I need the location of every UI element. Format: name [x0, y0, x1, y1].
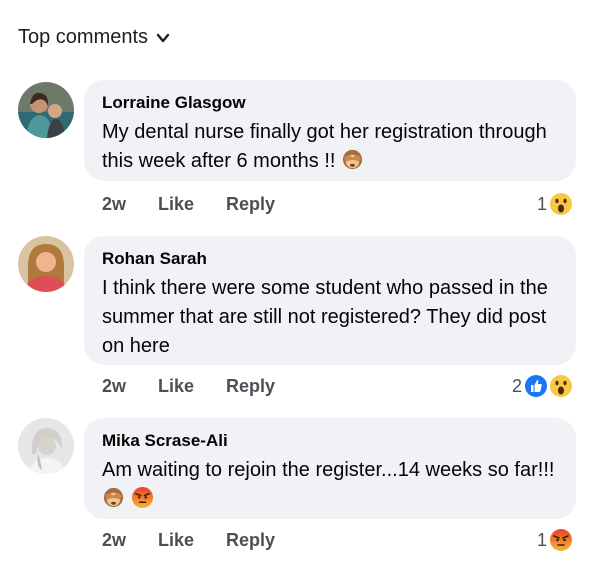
comment-timestamp[interactable]: 2w: [102, 376, 126, 397]
reaction-count: 2: [511, 375, 522, 396]
like-button[interactable]: Like: [158, 376, 194, 397]
comment-text: My dental nurse finally got her registra…: [102, 121, 547, 172]
reaction-summary[interactable]: 1: [537, 526, 575, 554]
avatar[interactable]: [18, 236, 74, 292]
see-no-evil-monkey-icon: [103, 487, 124, 508]
comment-author[interactable]: Lorraine Glasgow: [102, 92, 560, 114]
reply-button[interactable]: Reply: [226, 376, 275, 397]
comment-bubble: Rohan Sarah I think there were some stud…: [84, 236, 576, 365]
comment-author[interactable]: Rohan Sarah: [102, 248, 560, 270]
like-button[interactable]: Like: [158, 194, 194, 215]
comment-timestamp[interactable]: 2w: [102, 194, 126, 215]
reply-button[interactable]: Reply: [226, 194, 275, 215]
comment-timestamp[interactable]: 2w: [102, 530, 126, 551]
comment-actions: 2w Like Reply: [102, 530, 275, 551]
comment-bubble: Lorraine Glasgow My dental nurse finally…: [84, 80, 576, 181]
wow-reaction-icon: [547, 372, 575, 400]
reaction-summary[interactable]: 1: [537, 190, 575, 218]
sort-label: Top comments: [18, 26, 149, 48]
like-reaction-icon: [522, 372, 550, 400]
reaction-summary[interactable]: 2: [512, 372, 575, 400]
comment-text: Am waiting to rejoin the register...14 w…: [102, 459, 555, 481]
comment-actions: 2w Like Reply: [102, 376, 275, 397]
see-no-evil-monkey-icon: [342, 149, 363, 170]
reaction-count: 1: [536, 193, 547, 214]
comment-author[interactable]: Mika Scrase-Ali: [102, 430, 560, 452]
comment-bubble: Mika Scrase-Ali Am waiting to rejoin the…: [84, 418, 576, 519]
comment-text: I think there were some student who pass…: [102, 277, 548, 357]
avatar[interactable]: [18, 82, 74, 138]
angry-reaction-icon: [547, 526, 575, 554]
like-button[interactable]: Like: [158, 530, 194, 551]
reply-button[interactable]: Reply: [226, 530, 275, 551]
chevron-down-icon: [156, 33, 170, 42]
top-comments-sort[interactable]: Top comments: [18, 26, 170, 49]
comment-actions: 2w Like Reply: [102, 194, 275, 215]
avatar[interactable]: [18, 418, 74, 474]
wow-reaction-icon: [547, 190, 575, 218]
angry-face-icon: [131, 486, 153, 509]
reaction-count: 1: [536, 529, 547, 550]
